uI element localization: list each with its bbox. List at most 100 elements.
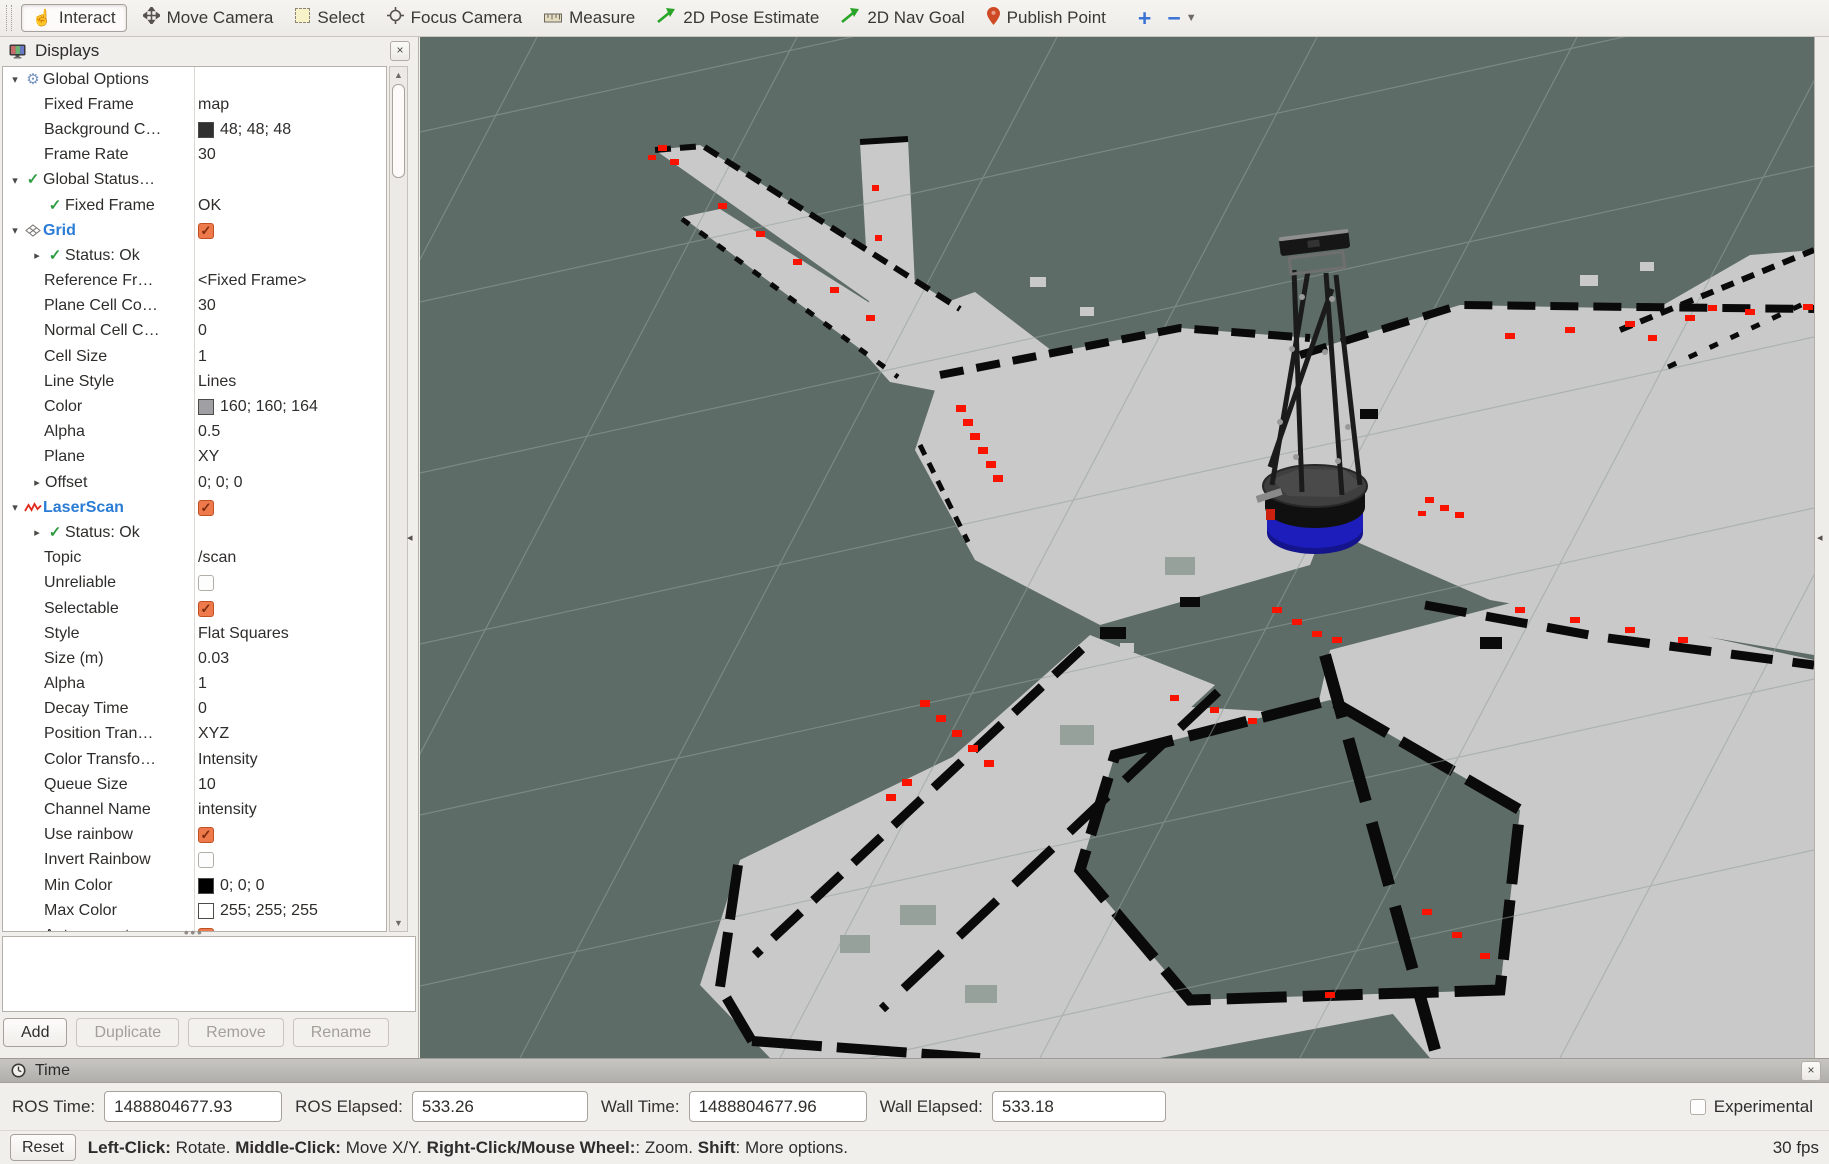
tool-select[interactable]: Select xyxy=(295,8,364,28)
tree-row-status-ok[interactable]: ▸✓Status: Ok xyxy=(3,520,386,545)
tree-row-normal-cell-c-[interactable]: Normal Cell C…0 xyxy=(3,319,386,344)
property-value[interactable] xyxy=(198,575,214,591)
tree-row-style[interactable]: StyleFlat Squares xyxy=(3,621,386,646)
property-value[interactable]: 30 xyxy=(198,146,216,164)
tree-row-min-color[interactable]: Min Color0; 0; 0 xyxy=(3,873,386,898)
tool-interact[interactable]: ☝Interact xyxy=(21,4,127,32)
expand-arrow-icon[interactable]: ▸ xyxy=(29,526,45,539)
tree-row-channel-name[interactable]: Channel Nameintensity xyxy=(3,797,386,822)
tree-row-fixed-frame[interactable]: Fixed Framemap xyxy=(3,92,386,117)
tree-row-plane-cell-co-[interactable]: Plane Cell Co…30 xyxy=(3,294,386,319)
property-checkbox[interactable]: ✓ xyxy=(198,827,214,843)
property-value[interactable]: Intensity xyxy=(198,751,258,769)
tree-row-invert-rainbow[interactable]: Invert Rainbow xyxy=(3,848,386,873)
scroll-down-icon[interactable]: ▼ xyxy=(390,918,407,928)
property-value[interactable] xyxy=(198,852,214,868)
expand-arrow-icon[interactable]: ▾ xyxy=(7,224,23,237)
property-checkbox[interactable]: ✓ xyxy=(198,223,214,239)
color-swatch[interactable] xyxy=(198,122,214,138)
experimental-option[interactable]: Experimental xyxy=(1690,1097,1813,1117)
property-checkbox[interactable]: ✓ xyxy=(198,500,214,516)
tree-row-max-color[interactable]: Max Color255; 255; 255 xyxy=(3,898,386,923)
expand-arrow-icon[interactable]: ▸ xyxy=(29,476,45,489)
property-value[interactable]: 0 xyxy=(198,322,207,340)
displays-scrollbar[interactable]: ▲ ▼ xyxy=(389,66,408,932)
time-field-input[interactable]: 533.26 xyxy=(412,1091,588,1122)
property-value[interactable]: XYZ xyxy=(198,725,229,743)
property-value[interactable]: intensity xyxy=(198,801,257,819)
chevron-down-icon[interactable]: ▼ xyxy=(1186,12,1197,24)
property-checkbox[interactable]: ✓ xyxy=(198,601,214,617)
property-value[interactable]: ✓ xyxy=(198,500,214,516)
property-value[interactable]: Flat Squares xyxy=(198,625,289,643)
scroll-up-icon[interactable]: ▲ xyxy=(390,70,407,80)
tree-row-offset[interactable]: ▸Offset0; 0; 0 xyxy=(3,470,386,495)
tree-row-unreliable[interactable]: Unreliable xyxy=(3,571,386,596)
right-splitter-collapse-icon[interactable]: ◂ xyxy=(1817,531,1823,544)
property-value[interactable]: 160; 160; 164 xyxy=(198,398,318,416)
3d-viewport[interactable] xyxy=(420,37,1814,1058)
property-value[interactable]: ✓ xyxy=(198,601,214,617)
property-value[interactable]: ✓ xyxy=(198,223,214,239)
tree-row-fixed-frame[interactable]: ✓Fixed FrameOK xyxy=(3,193,386,218)
tool-2d-nav-goal[interactable]: 2D Nav Goal xyxy=(841,7,964,29)
property-checkbox[interactable] xyxy=(198,852,214,868)
reset-button[interactable]: Reset xyxy=(10,1134,76,1161)
color-swatch[interactable] xyxy=(198,399,214,415)
tree-row-cell-size[interactable]: Cell Size1 xyxy=(3,344,386,369)
expand-arrow-icon[interactable]: ▸ xyxy=(29,249,45,262)
tree-row-reference-fr-[interactable]: Reference Fr…<Fixed Frame> xyxy=(3,269,386,294)
property-value[interactable]: 1 xyxy=(198,348,207,366)
property-value[interactable]: OK xyxy=(198,197,221,215)
tool-move-camera[interactable]: Move Camera xyxy=(143,7,274,29)
tree-row-plane[interactable]: PlaneXY xyxy=(3,445,386,470)
tree-row-frame-rate[interactable]: Frame Rate30 xyxy=(3,143,386,168)
3d-scene-canvas[interactable] xyxy=(420,37,1814,1058)
property-value[interactable]: 0; 0; 0 xyxy=(198,877,264,895)
tree-row-size-m-[interactable]: Size (m)0.03 xyxy=(3,646,386,671)
tree-row-topic[interactable]: Topic/scan xyxy=(3,546,386,571)
time-field-input[interactable]: 533.18 xyxy=(992,1091,1166,1122)
property-value[interactable]: 255; 255; 255 xyxy=(198,902,318,920)
property-value[interactable]: /scan xyxy=(198,549,236,567)
tool-2d-pose-estimate[interactable]: 2D Pose Estimate xyxy=(657,7,819,29)
tree-row-use-rainbow[interactable]: Use rainbow✓ xyxy=(3,823,386,848)
displays-property-tree[interactable]: ▾⚙Global OptionsFixed FramemapBackground… xyxy=(2,66,387,932)
property-checkbox[interactable] xyxy=(198,575,214,591)
tree-row-line-style[interactable]: Line StyleLines xyxy=(3,369,386,394)
time-close-icon[interactable]: × xyxy=(1801,1061,1821,1081)
duplicate-button[interactable]: Duplicate xyxy=(76,1018,179,1047)
tree-row-color[interactable]: Color160; 160; 164 xyxy=(3,394,386,419)
property-value[interactable]: 0 xyxy=(198,700,207,718)
tree-row-position-tran-[interactable]: Position Tran…XYZ xyxy=(3,722,386,747)
tree-row-queue-size[interactable]: Queue Size10 xyxy=(3,772,386,797)
tree-row-decay-time[interactable]: Decay Time0 xyxy=(3,697,386,722)
tree-row-global-status-[interactable]: ▾✓Global Status… xyxy=(3,168,386,193)
remove-tool-button[interactable]: − xyxy=(1167,5,1178,32)
property-value[interactable]: XY xyxy=(198,448,219,466)
property-value[interactable]: 0.5 xyxy=(198,423,220,441)
tree-row-global-options[interactable]: ▾⚙Global Options xyxy=(3,67,386,92)
tree-row-grid[interactable]: ▾Grid✓ xyxy=(3,218,386,243)
time-field-input[interactable]: 1488804677.96 xyxy=(689,1091,867,1122)
tree-row-alpha[interactable]: Alpha0.5 xyxy=(3,420,386,445)
property-value[interactable]: ✓ xyxy=(198,827,214,843)
experimental-checkbox[interactable] xyxy=(1690,1099,1706,1115)
expand-arrow-icon[interactable]: ▾ xyxy=(7,174,23,187)
property-value[interactable]: 1 xyxy=(198,675,207,693)
property-value[interactable]: 10 xyxy=(198,776,216,794)
property-value[interactable]: Lines xyxy=(198,373,236,391)
color-swatch[interactable] xyxy=(198,878,214,894)
property-value[interactable]: 0; 0; 0 xyxy=(198,474,242,492)
left-splitter-collapse-icon[interactable]: ◂ xyxy=(407,531,413,544)
property-value[interactable]: <Fixed Frame> xyxy=(198,272,306,290)
property-value[interactable]: 30 xyxy=(198,297,216,315)
expand-arrow-icon[interactable]: ▾ xyxy=(7,73,23,86)
right-panel-strip[interactable] xyxy=(1814,37,1829,1058)
tree-row-color-transfo-[interactable]: Color Transfo…Intensity xyxy=(3,747,386,772)
expand-arrow-icon[interactable]: ▾ xyxy=(7,501,23,514)
tree-row-status-ok[interactable]: ▸✓Status: Ok xyxy=(3,243,386,268)
rename-button[interactable]: Rename xyxy=(293,1018,389,1047)
color-swatch[interactable] xyxy=(198,903,214,919)
time-field-input[interactable]: 1488804677.93 xyxy=(104,1091,282,1122)
